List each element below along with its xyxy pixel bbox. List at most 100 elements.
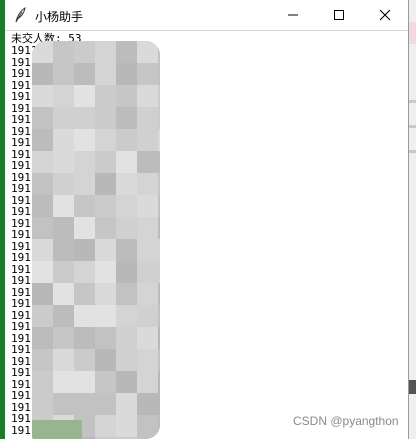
desktop-background-right bbox=[409, 0, 416, 439]
redaction-cell bbox=[53, 107, 74, 129]
redaction-cell bbox=[116, 305, 137, 327]
redaction-cell bbox=[116, 327, 137, 349]
redaction-overlay bbox=[32, 41, 160, 439]
redaction-cell bbox=[74, 349, 95, 371]
redaction-cell bbox=[74, 63, 95, 85]
redaction-cell bbox=[137, 349, 158, 371]
redaction-cell bbox=[137, 85, 158, 107]
redaction-cell bbox=[53, 393, 74, 415]
redaction-cell bbox=[95, 129, 116, 151]
output-text-area[interactable]: 未交人数: 53 19110 1911 19110 1911 191 191 191 191 1… bbox=[8, 31, 406, 439]
redaction-cell bbox=[32, 173, 53, 195]
redaction-cell bbox=[53, 195, 74, 217]
redaction-cell bbox=[158, 217, 160, 239]
redaction-cell bbox=[74, 107, 95, 129]
redaction-cell bbox=[74, 283, 95, 305]
redaction-cell bbox=[95, 173, 116, 195]
redaction-cell bbox=[95, 371, 116, 393]
redaction-cell bbox=[32, 327, 53, 349]
redaction-cell bbox=[137, 371, 158, 393]
minimize-button[interactable] bbox=[270, 0, 316, 30]
maximize-button[interactable] bbox=[316, 0, 362, 30]
redaction-cell bbox=[32, 371, 53, 393]
redaction-cell bbox=[53, 151, 74, 173]
redaction-cell bbox=[53, 327, 74, 349]
redaction-cell bbox=[32, 283, 53, 305]
redaction-cell bbox=[32, 63, 53, 85]
redaction-cell bbox=[74, 195, 95, 217]
maximize-icon bbox=[334, 10, 344, 20]
redaction-cell bbox=[158, 371, 160, 393]
redaction-cell bbox=[95, 349, 116, 371]
redaction-cell bbox=[32, 85, 53, 107]
redaction-cell bbox=[158, 129, 160, 151]
redaction-cell bbox=[137, 283, 158, 305]
redaction-cell bbox=[53, 217, 74, 239]
redaction-cell bbox=[137, 129, 158, 151]
redaction-cell bbox=[116, 85, 137, 107]
redaction-cell bbox=[74, 85, 95, 107]
redaction-cell bbox=[53, 305, 74, 327]
redaction-cell bbox=[74, 261, 95, 283]
feather-icon bbox=[13, 6, 27, 23]
redaction-cell bbox=[158, 393, 160, 415]
redaction-cell bbox=[53, 41, 74, 63]
redaction-cell bbox=[137, 327, 158, 349]
redaction-cell bbox=[53, 239, 74, 261]
redaction-cell bbox=[74, 305, 95, 327]
redaction-cell bbox=[95, 63, 116, 85]
redaction-cell bbox=[53, 85, 74, 107]
redaction-cell bbox=[137, 239, 158, 261]
redaction-cell bbox=[32, 261, 53, 283]
redaction-cell bbox=[116, 415, 137, 437]
redaction-cell bbox=[74, 151, 95, 173]
redaction-cell bbox=[53, 129, 74, 151]
redaction-cell bbox=[32, 195, 53, 217]
redaction-cell bbox=[95, 393, 116, 415]
redaction-cell bbox=[158, 305, 160, 327]
redaction-cell bbox=[74, 239, 95, 261]
redaction-cell bbox=[137, 41, 158, 63]
redaction-cell bbox=[158, 261, 160, 283]
redaction-cell bbox=[116, 393, 137, 415]
redaction-cell bbox=[158, 63, 160, 85]
redaction-cell bbox=[116, 261, 137, 283]
redaction-cell bbox=[116, 173, 137, 195]
redaction-cell bbox=[116, 195, 137, 217]
redaction-cell bbox=[53, 63, 74, 85]
redaction-cell bbox=[158, 173, 160, 195]
redaction-cell bbox=[32, 349, 53, 371]
redaction-cell bbox=[32, 305, 53, 327]
redaction-cell bbox=[116, 151, 137, 173]
redaction-cell bbox=[158, 151, 160, 173]
redaction-cell bbox=[137, 151, 158, 173]
redaction-cell bbox=[158, 41, 160, 63]
redaction-cell bbox=[95, 107, 116, 129]
minimize-icon bbox=[288, 14, 298, 16]
redaction-cell bbox=[95, 239, 116, 261]
redaction-cell bbox=[116, 349, 137, 371]
redaction-cell bbox=[74, 371, 95, 393]
redaction-cell bbox=[137, 217, 158, 239]
redaction-cell bbox=[95, 261, 116, 283]
title-bar[interactable]: 小杨助手 bbox=[5, 0, 408, 31]
redaction-cell bbox=[53, 371, 74, 393]
redaction-cell bbox=[137, 415, 158, 437]
redaction-cell bbox=[53, 283, 74, 305]
redaction-cell bbox=[74, 393, 95, 415]
redaction-cell bbox=[158, 415, 160, 437]
redaction-cell bbox=[116, 371, 137, 393]
redaction-cell bbox=[137, 261, 158, 283]
redaction-cell bbox=[32, 107, 53, 129]
id-line: 191 bbox=[11, 423, 31, 437]
redaction-cell bbox=[95, 85, 116, 107]
redaction-cell bbox=[137, 195, 158, 217]
redaction-cell bbox=[158, 107, 160, 129]
redaction-cell bbox=[95, 41, 116, 63]
redaction-cell bbox=[53, 261, 74, 283]
redaction-cell bbox=[95, 283, 116, 305]
redaction-cell bbox=[158, 85, 160, 107]
redaction-cell bbox=[95, 217, 116, 239]
close-button[interactable] bbox=[362, 0, 408, 30]
redaction-cell bbox=[74, 217, 95, 239]
